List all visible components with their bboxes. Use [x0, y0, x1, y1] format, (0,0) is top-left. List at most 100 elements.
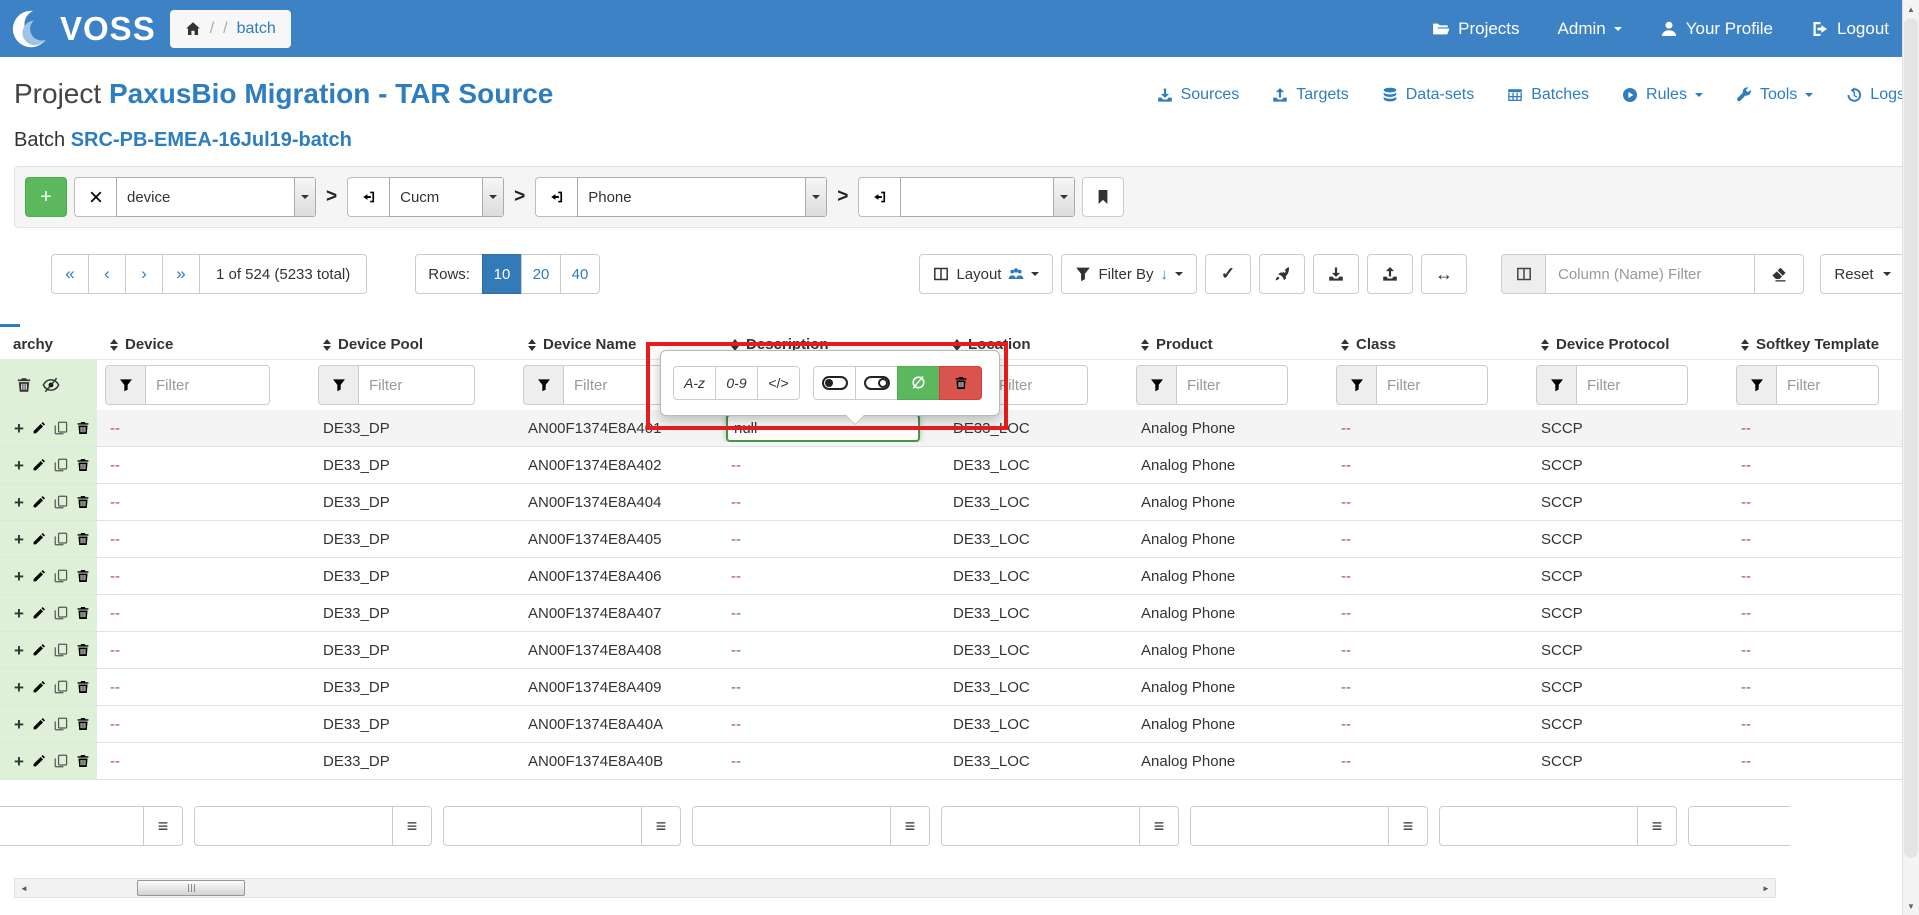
- layout-button[interactable]: Layout: [919, 254, 1053, 294]
- jump-back-button-disabled[interactable]: [858, 177, 900, 217]
- footer-input[interactable]: [692, 806, 891, 846]
- trash-icon[interactable]: [76, 754, 90, 768]
- rows-option-10[interactable]: 10: [482, 254, 522, 294]
- nav-logs[interactable]: Logs: [1846, 86, 1905, 104]
- pager-first-button[interactable]: «: [51, 254, 89, 294]
- nav-batches[interactable]: Batches: [1507, 86, 1589, 104]
- column-header-device-protocol[interactable]: Device Protocol: [1528, 336, 1728, 353]
- add-row-icon[interactable]: +: [14, 531, 24, 548]
- footer-input[interactable]: [941, 806, 1140, 846]
- toggle-off-button[interactable]: [855, 366, 898, 400]
- add-row-icon[interactable]: +: [14, 494, 24, 511]
- funnel-icon[interactable]: [1336, 365, 1376, 405]
- edit-pencil-icon[interactable]: [32, 421, 46, 435]
- import-button[interactable]: [1313, 254, 1359, 294]
- pager-next-button[interactable]: ›: [125, 254, 163, 294]
- funnel-icon[interactable]: [1536, 365, 1576, 405]
- horizontal-scrollbar[interactable]: ◄ ►: [14, 878, 1776, 898]
- remove-selector-button[interactable]: [74, 177, 116, 217]
- sort-icon[interactable]: [1141, 339, 1149, 351]
- footer-input[interactable]: [1688, 806, 1790, 846]
- footer-input[interactable]: [1190, 806, 1389, 846]
- select-dropdown-button[interactable]: [294, 178, 315, 216]
- jump-back-button[interactable]: [347, 177, 389, 217]
- column-header-class[interactable]: Class: [1328, 336, 1528, 353]
- toggle-on-button[interactable]: [813, 366, 856, 400]
- add-row-icon[interactable]: +: [14, 568, 24, 585]
- copy-icon[interactable]: [54, 606, 68, 620]
- footer-menu-button[interactable]: ≡: [1388, 806, 1428, 846]
- select-dropdown-button[interactable]: [805, 178, 826, 216]
- footer-menu-button[interactable]: ≡: [890, 806, 930, 846]
- trash-icon[interactable]: [76, 643, 90, 657]
- edit-pencil-icon[interactable]: [32, 606, 46, 620]
- funnel-icon[interactable]: [1136, 365, 1176, 405]
- trash-icon[interactable]: [16, 377, 32, 393]
- rows-option-40[interactable]: 40: [560, 254, 600, 294]
- nav-projects[interactable]: Projects: [1432, 19, 1519, 39]
- sort-icon[interactable]: [953, 339, 961, 351]
- edit-pencil-icon[interactable]: [32, 754, 46, 768]
- nav-data-sets[interactable]: Data-sets: [1382, 86, 1474, 104]
- batch-name[interactable]: SRC-PB-EMEA-16Jul19-batch: [71, 129, 352, 151]
- device-type-select[interactable]: Phone: [577, 177, 827, 217]
- footer-input[interactable]: [0, 806, 144, 846]
- device-protocol-filter-input[interactable]: [1576, 365, 1688, 405]
- footer-menu-button[interactable]: ≡: [392, 806, 432, 846]
- add-row-icon[interactable]: +: [14, 753, 24, 770]
- rows-option-20[interactable]: 20: [521, 254, 561, 294]
- numeric-sort-button[interactable]: 0-9: [715, 366, 758, 400]
- add-row-icon[interactable]: +: [14, 642, 24, 659]
- softkey-template-filter-input[interactable]: [1776, 365, 1879, 405]
- scroll-down-arrow[interactable]: ▼: [1903, 898, 1919, 914]
- column-name-filter-input[interactable]: [1545, 254, 1755, 294]
- device-filter-input[interactable]: [145, 365, 270, 405]
- footer-menu-button[interactable]: ≡: [143, 806, 183, 846]
- vertical-scrollbar-thumb[interactable]: [1904, 18, 1918, 858]
- copy-icon[interactable]: [54, 643, 68, 657]
- footer-input[interactable]: [1439, 806, 1638, 846]
- export-button[interactable]: [1367, 254, 1413, 294]
- column-header-device[interactable]: Device: [97, 336, 310, 353]
- pager-last-button[interactable]: »: [162, 254, 200, 294]
- footer-menu-button[interactable]: ≡: [1637, 806, 1677, 846]
- nav-targets[interactable]: Targets: [1272, 86, 1348, 104]
- funnel-icon[interactable]: [523, 365, 563, 405]
- copy-icon[interactable]: [54, 495, 68, 509]
- select-dropdown-button[interactable]: [482, 178, 503, 216]
- copy-icon[interactable]: [54, 458, 68, 472]
- copy-icon[interactable]: [54, 754, 68, 768]
- host-select[interactable]: Cucm: [389, 177, 504, 217]
- sort-icon[interactable]: [110, 339, 118, 351]
- column-header-hierarchy[interactable]: archy: [0, 336, 97, 353]
- nav-admin[interactable]: Admin: [1558, 19, 1622, 39]
- pager-prev-button[interactable]: ‹: [88, 254, 126, 294]
- expand-columns-button[interactable]: ↔: [1421, 254, 1467, 294]
- footer-menu-button[interactable]: ≡: [641, 806, 681, 846]
- trash-icon[interactable]: [76, 717, 90, 731]
- edit-pencil-icon[interactable]: [32, 495, 46, 509]
- footer-input[interactable]: [443, 806, 642, 846]
- select-dropdown-button[interactable]: [1053, 178, 1074, 216]
- home-icon[interactable]: [185, 21, 201, 37]
- trash-icon[interactable]: [76, 532, 90, 546]
- copy-icon[interactable]: [54, 421, 68, 435]
- delete-value-button[interactable]: [939, 366, 982, 400]
- class-filter-input[interactable]: [1376, 365, 1488, 405]
- product-filter-input[interactable]: [1176, 365, 1288, 405]
- add-row-icon[interactable]: +: [14, 420, 24, 437]
- model-type-select[interactable]: device: [116, 177, 316, 217]
- sort-icon[interactable]: [731, 339, 739, 351]
- device-pool-filter-input[interactable]: [358, 365, 475, 405]
- reset-button[interactable]: Reset: [1820, 254, 1905, 294]
- funnel-icon[interactable]: [105, 365, 145, 405]
- footer-input[interactable]: [194, 806, 393, 846]
- location-filter-input[interactable]: [988, 365, 1088, 405]
- nav-sources[interactable]: Sources: [1157, 86, 1240, 104]
- nav-tools[interactable]: Tools: [1736, 86, 1813, 104]
- funnel-icon[interactable]: [318, 365, 358, 405]
- vertical-scrollbar[interactable]: ▲ ▼: [1902, 0, 1919, 915]
- add-row-icon[interactable]: +: [14, 457, 24, 474]
- trash-icon[interactable]: [76, 495, 90, 509]
- edit-pencil-icon[interactable]: [32, 532, 46, 546]
